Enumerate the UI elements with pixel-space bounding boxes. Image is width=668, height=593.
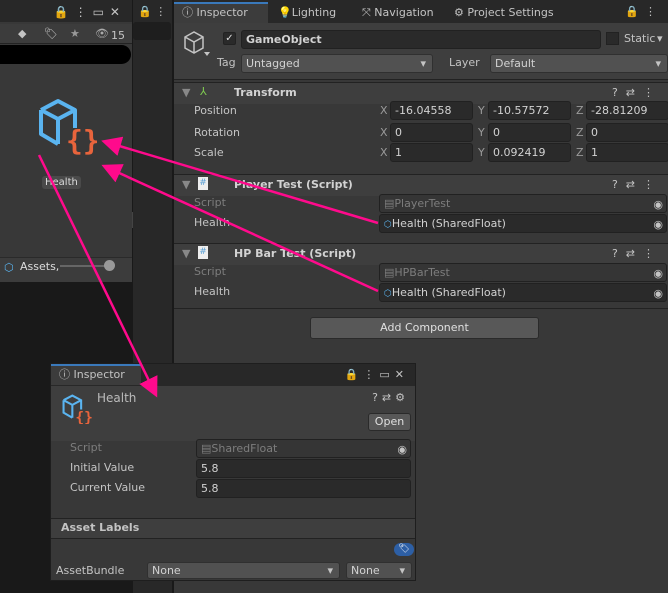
- arrow-hp-bar-test: [101, 164, 379, 293]
- arrow-to-floating-inspector: [37, 154, 158, 398]
- arrow-player-test: [101, 136, 379, 225]
- annotation-arrows: [37, 136, 379, 398]
